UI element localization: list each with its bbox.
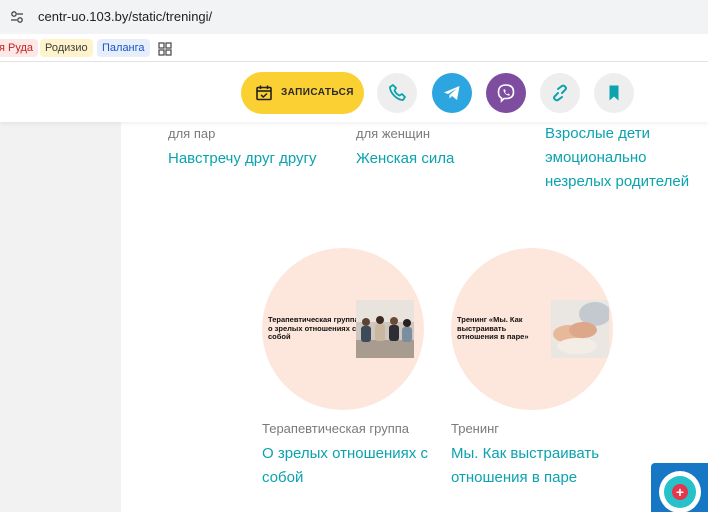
- telegram-button[interactable]: [432, 73, 472, 113]
- viber-icon: [497, 84, 515, 103]
- card-title-link[interactable]: О зрелых отношениях с собой: [262, 442, 437, 490]
- help-widget-button[interactable]: +: [651, 463, 708, 513]
- calendar-icon: [256, 85, 272, 101]
- viber-button[interactable]: [486, 73, 526, 113]
- card-thumbnail: Тренинг «Мы. Как выстраивать отношения в…: [451, 300, 613, 358]
- bookmark-item[interactable]: я Руда: [0, 39, 39, 57]
- phone-button[interactable]: [377, 73, 417, 113]
- bookmark-item[interactable]: Паланга: [97, 39, 150, 57]
- card-category: для пар: [168, 126, 216, 141]
- bookmark-item[interactable]: Родизио: [40, 39, 93, 57]
- bookmarks-bar: я Руда Родизио Паланга: [0, 34, 708, 62]
- bookmark-icon: [609, 85, 619, 101]
- signup-label: ЗАПИСАТЬСЯ: [281, 87, 354, 98]
- card-title-link[interactable]: Навстречу друг другу: [168, 147, 338, 171]
- thumbnail-caption: Тренинг «Мы. Как выстраивать отношения в…: [457, 315, 529, 342]
- link-button[interactable]: [540, 73, 580, 113]
- link-icon: [553, 84, 567, 102]
- apps-grid-icon[interactable]: [158, 42, 172, 56]
- address-bar[interactable]: centr-uo.103.by/static/treningi/: [0, 0, 708, 34]
- phone-icon: [389, 84, 406, 101]
- site-header: ЗАПИСАТЬСЯ: [0, 62, 708, 122]
- card-image-circle[interactable]: Тренинг «Мы. Как выстраивать отношения в…: [451, 248, 613, 410]
- card-thumbnail: Терапевтическая группа о зрелых отношени…: [262, 300, 424, 358]
- card-title-link[interactable]: Взрослые дети эмоционально незрелых роди…: [545, 122, 695, 194]
- left-panel: [0, 122, 121, 512]
- bookmark-button[interactable]: [594, 73, 634, 113]
- couple-hands-photo: [551, 300, 609, 358]
- site-settings-icon[interactable]: [10, 10, 24, 24]
- card-image-circle[interactable]: Терапевтическая группа о зрелых отношени…: [262, 248, 424, 410]
- help-inner: +: [664, 476, 696, 508]
- card-category: Терапевтическая группа: [262, 421, 409, 436]
- card-title-link[interactable]: Мы. Как выстраивать отношения в паре: [451, 442, 626, 490]
- thumbnail-caption: Терапевтическая группа о зрелых отношени…: [268, 315, 359, 342]
- help-ring: +: [659, 471, 701, 513]
- url-text[interactable]: centr-uo.103.by/static/treningi/: [38, 9, 212, 24]
- card-category: Тренинг: [451, 421, 500, 436]
- trainings-content: для пар Навстречу друг другу для женщин …: [121, 122, 708, 512]
- group-therapy-photo: [356, 300, 414, 358]
- card-category: для женщин: [356, 126, 431, 141]
- card-title-link[interactable]: Женская сила: [356, 147, 526, 171]
- plus-icon: +: [672, 484, 688, 500]
- telegram-icon: [444, 86, 460, 100]
- signup-button[interactable]: ЗАПИСАТЬСЯ: [241, 72, 364, 114]
